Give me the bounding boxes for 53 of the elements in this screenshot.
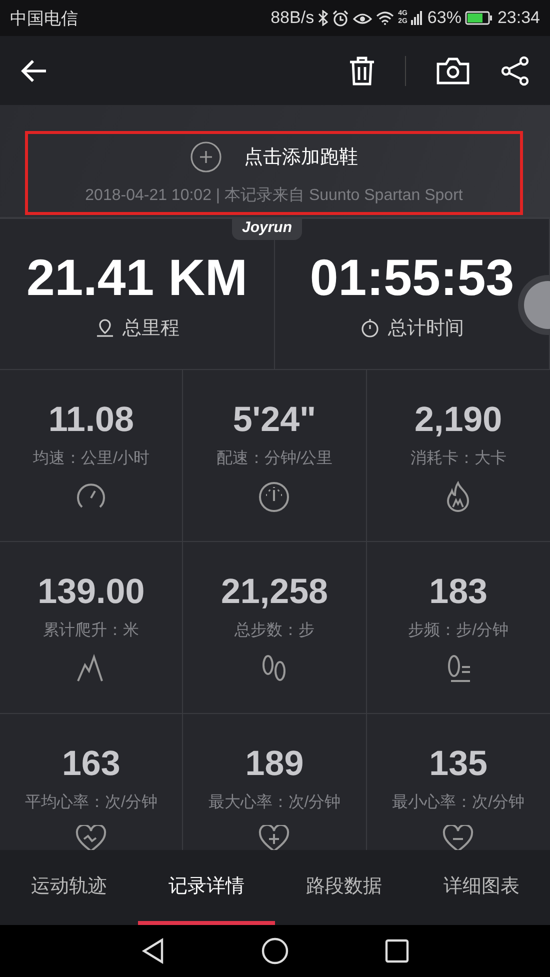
stat-label: 累计爬升：米 bbox=[43, 620, 140, 641]
add-shoe-button[interactable]: 点击添加跑鞋 bbox=[190, 140, 358, 172]
signal-icon bbox=[411, 11, 424, 25]
summary-value: 21.41 KM bbox=[26, 248, 248, 306]
stat-value: 135 bbox=[429, 744, 488, 784]
stat-label: 最大心率：次/分钟 bbox=[208, 792, 341, 813]
stat-value: 5'24" bbox=[232, 400, 316, 440]
stat-label: 最小心率：次/分钟 bbox=[392, 792, 525, 813]
flame-icon bbox=[445, 481, 472, 513]
stat-label: 平均心率：次/分钟 bbox=[24, 792, 158, 813]
tab[interactable]: 路段数据 bbox=[275, 850, 412, 925]
summary-label: 总里程 bbox=[122, 316, 180, 340]
recents-icon[interactable] bbox=[385, 939, 409, 963]
tab[interactable]: 详细图表 bbox=[412, 850, 550, 925]
stopwatch-icon bbox=[360, 318, 380, 338]
stat-value: 189 bbox=[245, 744, 304, 784]
stat-value: 11.08 bbox=[48, 400, 134, 440]
back-arrow-icon[interactable] bbox=[20, 58, 48, 82]
eye-icon bbox=[353, 11, 372, 25]
stat-label: 步频：步/分钟 bbox=[408, 620, 509, 641]
stat-value: 183 bbox=[429, 572, 488, 612]
share-icon[interactable] bbox=[500, 56, 530, 86]
carrier-name: 中国电信 bbox=[10, 8, 78, 30]
home-icon[interactable] bbox=[261, 937, 289, 965]
stat-value: 139.00 bbox=[38, 572, 145, 612]
alarm-icon bbox=[332, 10, 350, 26]
camera-icon[interactable] bbox=[436, 56, 470, 84]
trash-icon[interactable] bbox=[349, 56, 375, 86]
plus-circle-icon bbox=[190, 140, 222, 172]
stat-label: 消耗卡：大卡 bbox=[410, 448, 506, 469]
gauge-icon bbox=[258, 481, 290, 513]
brand-badge: Joyrun bbox=[232, 217, 302, 240]
network-speed: 88B/s bbox=[270, 8, 314, 28]
stat-label: 均速：公里/小时 bbox=[32, 448, 150, 469]
heart-icon bbox=[258, 825, 290, 850]
heart-icon bbox=[75, 825, 108, 850]
battery-icon bbox=[465, 11, 494, 25]
stat-value: 21,258 bbox=[220, 572, 328, 612]
wifi-icon bbox=[376, 11, 394, 25]
stat-label: 总步数：步 bbox=[234, 620, 314, 641]
back-icon[interactable] bbox=[141, 938, 165, 964]
clock-time: 23:34 bbox=[497, 8, 540, 28]
stat-value: 163 bbox=[62, 744, 120, 784]
heart-icon bbox=[442, 825, 474, 850]
stat-label: 配速：分钟/公里 bbox=[216, 448, 333, 469]
bluetooth-icon bbox=[318, 10, 328, 26]
battery-percent: 63% bbox=[427, 8, 462, 28]
summary-value: 01:55:53 bbox=[310, 248, 514, 306]
tab[interactable]: 运动轨迹 bbox=[0, 850, 138, 925]
location-pin-icon bbox=[94, 318, 114, 338]
summary-label: 总计时间 bbox=[388, 316, 464, 340]
record-info: 2018-04-21 10:02 | 本记录来自 Suunto Spartan Sport bbox=[85, 186, 463, 206]
stat-value: 2,190 bbox=[414, 400, 502, 440]
